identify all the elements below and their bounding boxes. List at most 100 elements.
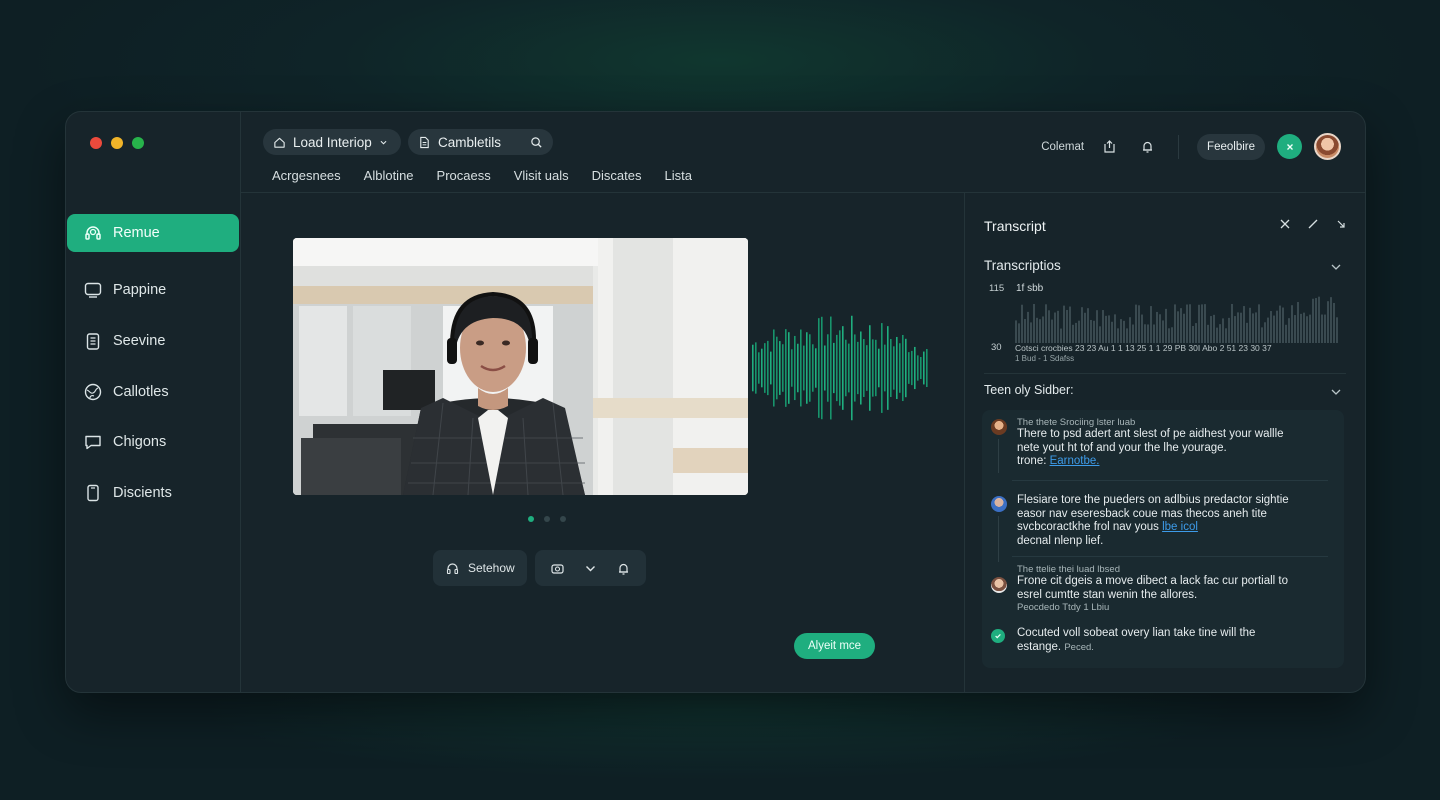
comment-divider — [1012, 556, 1328, 557]
waveform-bar — [842, 326, 844, 410]
close-window-button[interactable] — [90, 137, 102, 149]
activity-bar — [1297, 302, 1299, 343]
activity-bar — [1177, 311, 1179, 343]
waveform-bar — [875, 339, 877, 397]
menu-item[interactable]: Procaess — [437, 168, 491, 183]
sidebar-item-seevine[interactable]: Seevine — [67, 322, 239, 360]
comment-line: trone: — [1017, 455, 1050, 467]
sidebar-item-pappine[interactable]: Pappine — [67, 271, 239, 309]
comment-line: There to psd adert ant slest of pe aidhe… — [1017, 428, 1284, 440]
chart-caption: Cotsci crocbies 23 23 Au 1 1 13 25 1 1 2… — [1015, 343, 1272, 353]
comment-link[interactable]: lbe icol — [1162, 521, 1198, 533]
activity-bar — [1141, 314, 1143, 343]
activity-bar — [1237, 312, 1239, 343]
setshow-button[interactable]: Setehow — [433, 550, 527, 586]
chevron-down-icon — [380, 140, 387, 145]
waveform-bar — [884, 344, 886, 392]
activity-bar — [1105, 315, 1107, 343]
window-controls — [90, 137, 144, 149]
maximize-window-button[interactable] — [132, 137, 144, 149]
chevron-down-icon[interactable] — [1330, 386, 1342, 398]
activity-bar — [1162, 320, 1164, 343]
close-session-button[interactable] — [1277, 134, 1302, 159]
chevron-down-icon[interactable] — [1330, 261, 1342, 273]
activity-bar — [1135, 304, 1137, 343]
activity-bar — [1144, 324, 1146, 343]
waveform-bar — [869, 325, 871, 411]
search-pill-label: Cambletils — [438, 134, 502, 150]
monitor-icon — [84, 282, 102, 298]
activity-bar — [1291, 305, 1293, 343]
edit-icon[interactable] — [1306, 217, 1320, 231]
activity-bar — [1120, 319, 1122, 343]
top-bar: Load Interiop Cambletils Acrgesnees Albl… — [241, 112, 1365, 193]
globe-icon — [84, 383, 102, 401]
activity-bar — [1051, 319, 1053, 343]
activity-bar — [1285, 324, 1287, 343]
menu-item[interactable]: Acrgesnees — [272, 168, 341, 183]
activity-bar — [1132, 324, 1134, 343]
menu-item[interactable]: Discates — [592, 168, 642, 183]
activity-bar — [1027, 311, 1029, 343]
apply-button[interactable]: Alyeit mce — [794, 633, 876, 659]
activity-bar — [1084, 312, 1086, 343]
waveform-bar — [866, 345, 868, 391]
project-dropdown[interactable]: Load Interiop — [263, 129, 401, 155]
search-icon[interactable] — [530, 136, 543, 149]
search-pill[interactable]: Cambletils — [408, 129, 553, 155]
carousel-dot[interactable] — [560, 516, 566, 522]
comment-link[interactable]: Earnotbe. — [1050, 455, 1100, 467]
sidebar-item-remue[interactable]: Remue — [67, 214, 239, 252]
alert-button[interactable] — [610, 561, 637, 576]
menu-item[interactable]: Vlisit uals — [514, 168, 569, 183]
activity-bar — [1189, 304, 1191, 343]
options-dropdown-button[interactable] — [577, 561, 604, 576]
setshow-label: Setehow — [468, 561, 515, 575]
activity-bar — [1279, 305, 1281, 343]
avatar — [991, 577, 1007, 593]
carousel-dot[interactable] — [544, 516, 550, 522]
activity-bar — [1303, 312, 1305, 343]
carousel-dot[interactable] — [528, 516, 534, 522]
camera-button[interactable] — [544, 561, 571, 576]
sidebar-item-callotles[interactable]: Callotles — [67, 373, 239, 411]
bell-icon — [1142, 141, 1152, 153]
activity-bar — [1129, 317, 1131, 343]
minimize-window-button[interactable] — [111, 137, 123, 149]
activity-bar — [1186, 304, 1188, 343]
comment-line: estange. — [1017, 640, 1065, 653]
waveform-bar — [920, 357, 922, 379]
expand-icon[interactable] — [1334, 217, 1348, 231]
waveform-bar — [833, 342, 835, 394]
notifications-button[interactable] — [1134, 134, 1160, 160]
close-icon[interactable] — [1278, 217, 1292, 231]
activity-bar — [1273, 315, 1275, 343]
thread-line — [998, 516, 999, 562]
share-button[interactable] — [1096, 134, 1122, 160]
feedback-button[interactable]: Feeolbire — [1197, 133, 1265, 160]
video-feed[interactable] — [293, 238, 748, 495]
waveform-bar — [905, 338, 907, 398]
comment: Flesiare tore the pueders on adlbius pre… — [991, 494, 1327, 562]
waveform-bar — [857, 341, 859, 395]
avatar[interactable] — [1314, 133, 1341, 160]
sidebar-item-label: Callotles — [113, 384, 169, 400]
waveform-bar — [893, 346, 895, 390]
sidebar-item-discients[interactable]: Discients — [67, 474, 239, 512]
activity-bar — [1102, 310, 1104, 343]
comment-line: svcbcoractkhe frol nav yous — [1017, 521, 1163, 533]
menu-item[interactable]: Alblotine — [364, 168, 414, 183]
clipboard-icon — [86, 333, 100, 350]
menu-item[interactable]: Lista — [665, 168, 692, 183]
waveform-bar — [755, 342, 757, 394]
sidebar-section-header[interactable]: Teen oly Sidber: — [984, 383, 1074, 397]
waveform-bar — [815, 348, 817, 388]
thread-line — [998, 439, 999, 473]
activity-bar — [1117, 328, 1119, 343]
waveform-bar — [779, 341, 781, 395]
activity-bar — [1306, 316, 1308, 343]
sidebar-item-chigons[interactable]: Chigons — [67, 423, 239, 461]
transcriptions-section-header[interactable]: Transcriptios — [984, 258, 1061, 273]
activity-bar — [1294, 315, 1296, 343]
comment-link[interactable]: Colemat — [1041, 141, 1084, 153]
